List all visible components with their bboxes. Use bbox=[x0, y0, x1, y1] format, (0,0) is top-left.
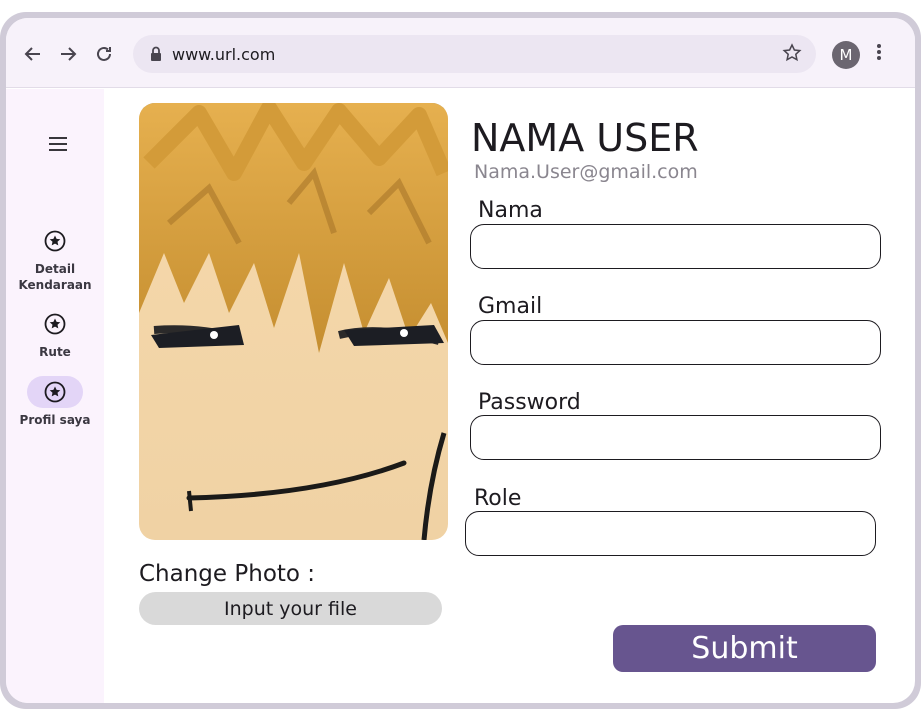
back-button[interactable] bbox=[20, 41, 46, 67]
browser-toolbar: www.url.com M bbox=[6, 18, 915, 88]
submit-button[interactable]: Submit bbox=[613, 625, 876, 672]
field-label-password: Password bbox=[478, 390, 581, 415]
rail-icon-wrap-active bbox=[27, 376, 83, 408]
field-label-nama: Nama bbox=[478, 198, 543, 223]
user-name-heading: NAMA USER bbox=[471, 116, 699, 160]
url-text: www.url.com bbox=[172, 45, 276, 64]
reload-button[interactable] bbox=[91, 41, 117, 67]
address-bar[interactable]: www.url.com bbox=[133, 35, 816, 73]
lock-icon bbox=[151, 46, 161, 61]
rail-icon-wrap bbox=[27, 308, 83, 340]
gmail-input[interactable] bbox=[470, 320, 881, 365]
hamburger-menu-icon[interactable] bbox=[48, 137, 68, 151]
star-circle-icon bbox=[44, 381, 66, 403]
user-email: Nama.User@gmail.com bbox=[474, 161, 698, 183]
star-circle-icon bbox=[44, 313, 66, 335]
star-circle-icon bbox=[44, 230, 66, 252]
browser-window: www.url.com M Detail Kendaraan Rute Prof… bbox=[6, 18, 915, 703]
rail-icon-wrap bbox=[27, 225, 83, 257]
change-photo-label: Change Photo : bbox=[139, 561, 316, 587]
rail-label: Detail Kendaraan bbox=[18, 262, 92, 292]
rail-item-profil-saya[interactable]: Profil saya bbox=[6, 376, 104, 428]
forward-button[interactable] bbox=[55, 41, 81, 67]
reload-icon bbox=[97, 46, 111, 61]
field-label-gmail: Gmail bbox=[478, 294, 543, 319]
bookmark-star-icon[interactable] bbox=[782, 43, 802, 63]
arrow-right-icon bbox=[61, 47, 77, 61]
nama-input[interactable] bbox=[470, 224, 881, 269]
arrow-left-icon bbox=[24, 47, 40, 61]
browser-frame: www.url.com M Detail Kendaraan Rute Prof… bbox=[0, 12, 921, 709]
profile-photo-illustration bbox=[139, 103, 448, 540]
profile-avatar[interactable]: M bbox=[832, 41, 860, 69]
more-vert-icon[interactable] bbox=[876, 42, 882, 62]
navigation-rail: Detail Kendaraan Rute Profil saya bbox=[6, 89, 104, 703]
field-label-role: Role bbox=[474, 486, 522, 511]
rail-item-rute[interactable]: Rute bbox=[6, 308, 104, 360]
password-input[interactable] bbox=[470, 415, 881, 460]
rail-label: Profil saya bbox=[19, 413, 91, 427]
role-input[interactable] bbox=[465, 511, 876, 556]
rail-label: Rute bbox=[39, 345, 71, 359]
rail-item-detail-kendaraan[interactable]: Detail Kendaraan bbox=[6, 225, 104, 293]
profile-photo bbox=[139, 103, 448, 540]
file-upload-button[interactable]: Input your file bbox=[139, 592, 442, 625]
